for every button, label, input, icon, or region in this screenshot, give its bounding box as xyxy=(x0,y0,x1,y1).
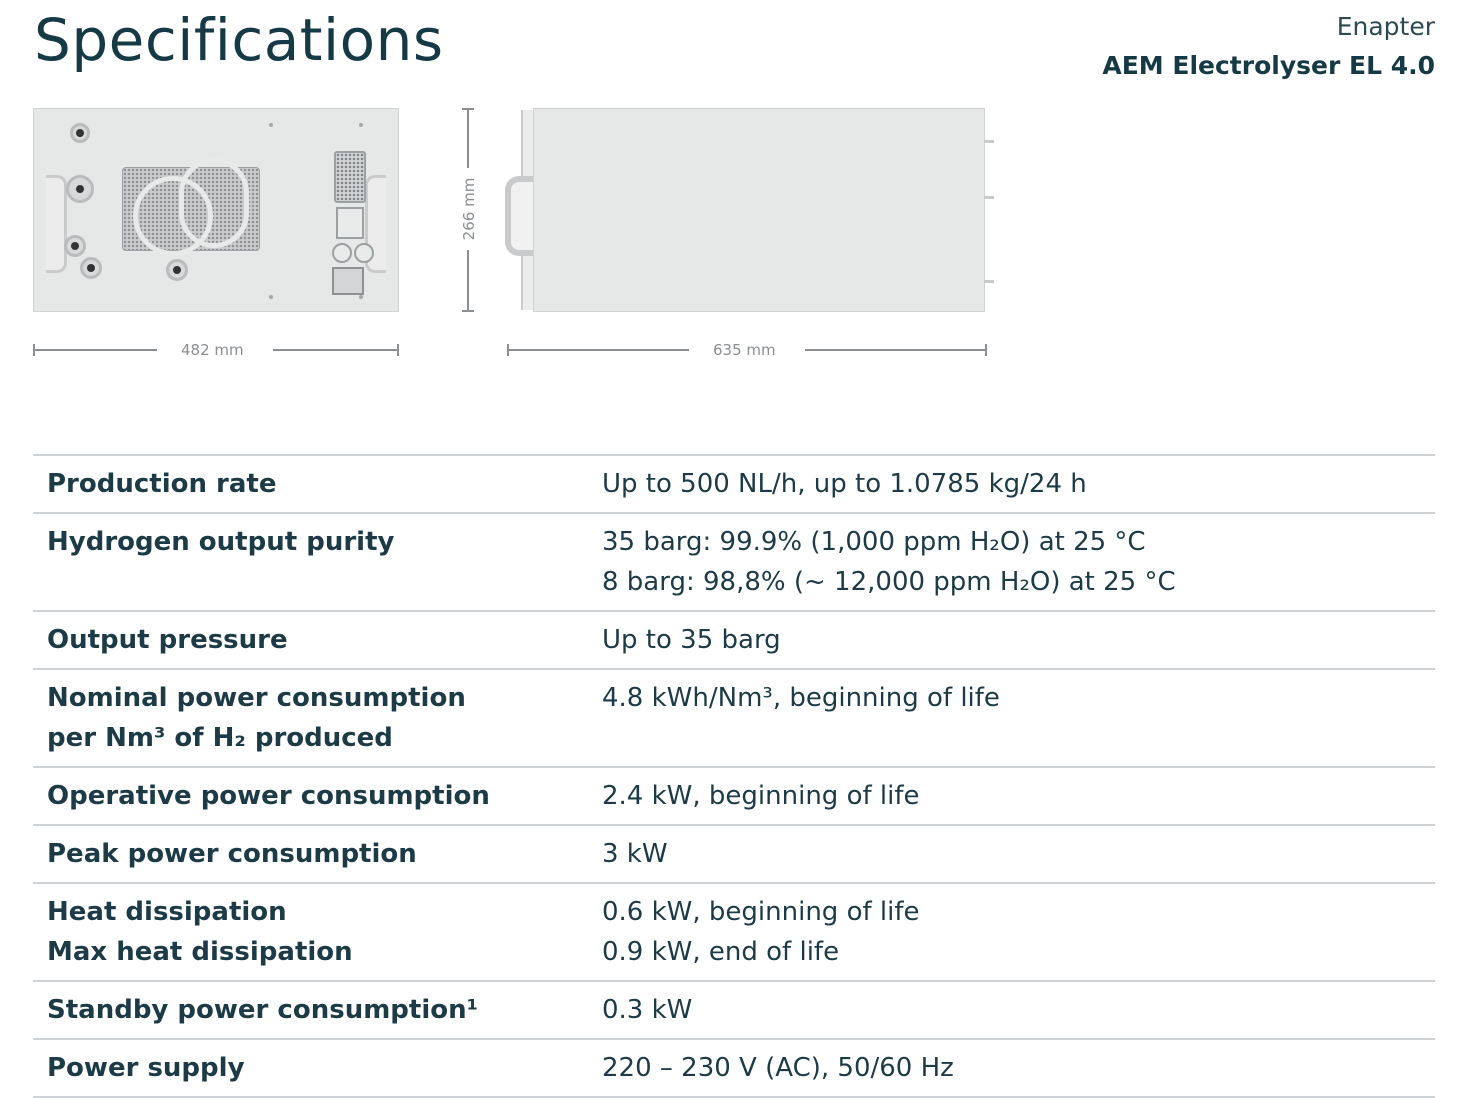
spec-value: 4.8 kWh/Nm³, beginning of life xyxy=(602,678,1435,758)
spec-value: 35 barg: 99.9% (1,000 ppm H₂O) at 25 °C 8… xyxy=(602,522,1435,602)
spec-value-line: 0.3 kW xyxy=(602,995,693,1025)
spec-label: Output pressure xyxy=(33,620,602,660)
front-port-5 xyxy=(166,259,188,281)
spec-value-line: 2.4 kW, beginning of life xyxy=(602,781,920,811)
spec-table: Production rate Up to 500 NL/h, up to 1.0… xyxy=(33,454,1435,1098)
spec-value-line: 8 barg: 98,8% (~ 12,000 ppm H₂O) at 25 °… xyxy=(602,567,1176,597)
spec-value-line: 0.9 kW, end of life xyxy=(602,937,840,967)
spec-value: 0.3 kW xyxy=(602,990,1435,1030)
spec-row: Production rate Up to 500 NL/h, up to 1.0… xyxy=(33,456,1435,514)
spec-value-line: Up to 35 barg xyxy=(602,625,781,655)
side-handle xyxy=(505,176,533,256)
brand-block: Enapter AEM Electrolyser EL 4.0 xyxy=(1102,10,1435,88)
spec-label: Heat dissipation Max heat dissipation xyxy=(33,892,602,972)
spec-row: Power supply 220 – 230 V (AC), 50/60 Hz xyxy=(33,1040,1435,1098)
spec-value: 2.4 kW, beginning of life xyxy=(602,776,1435,816)
spec-label-line: Max heat dissipation xyxy=(47,937,353,967)
front-left-handle xyxy=(46,175,67,273)
gauge-left xyxy=(332,243,352,263)
spec-value-line: 4.8 kWh/Nm³, beginning of life xyxy=(602,683,1000,713)
spec-value-line: 220 – 230 V (AC), 50/60 Hz xyxy=(602,1053,954,1083)
front-port-3 xyxy=(64,235,86,257)
spec-label-line: Nominal power consumption xyxy=(47,683,466,713)
spec-label: Operative power consumption xyxy=(33,776,602,816)
vent-grille xyxy=(334,151,366,203)
spec-value-line: 3 kW xyxy=(602,839,668,869)
front-port-4 xyxy=(80,257,102,279)
spec-row: Heat dissipation Max heat dissipation 0.6 … xyxy=(33,884,1435,982)
spec-label: Nominal power consumption per Nm³ of H₂ p… xyxy=(33,678,602,758)
spec-value-line: 35 barg: 99.9% (1,000 ppm H₂O) at 25 °C xyxy=(602,527,1146,557)
spec-label-line: Standby power consumption¹ xyxy=(47,995,479,1025)
spec-value: Up to 35 barg xyxy=(602,620,1435,660)
spec-label: Peak power consumption xyxy=(33,834,602,874)
spec-value-line: 0.6 kW, beginning of life xyxy=(602,897,920,927)
spec-row: Output pressure Up to 35 barg xyxy=(33,612,1435,670)
front-port-1 xyxy=(70,123,90,143)
spec-row: Operative power consumption 2.4 kW, begin… xyxy=(33,768,1435,826)
spec-value: 0.6 kW, beginning of life 0.9 kW, end of … xyxy=(602,892,1435,972)
spec-label: Standby power consumption¹ xyxy=(33,990,602,1030)
spec-label-line: Power supply xyxy=(47,1053,245,1083)
side-view-drawing xyxy=(533,108,985,312)
width-dimension-label: 482 mm xyxy=(181,341,244,359)
product-name: AEM Electrolyser EL 4.0 xyxy=(1102,51,1435,80)
spec-label-line: Output pressure xyxy=(47,625,288,655)
spec-label-line: per Nm³ of H₂ produced xyxy=(47,723,393,753)
depth-dimension-label: 635 mm xyxy=(713,341,776,359)
spec-value: 220 – 230 V (AC), 50/60 Hz xyxy=(602,1048,1435,1088)
spec-label-line: Operative power consumption xyxy=(47,781,490,811)
spec-row: Hydrogen output purity 35 barg: 99.9% (1,… xyxy=(33,514,1435,612)
spec-row: Standby power consumption¹ 0.3 kW xyxy=(33,982,1435,1040)
height-dimension-label: 266 mm xyxy=(460,177,478,241)
spec-label-line: Peak power consumption xyxy=(47,839,417,869)
spec-value-line: Up to 500 NL/h, up to 1.0785 kg/24 h xyxy=(602,469,1087,499)
spec-label: Production rate xyxy=(33,464,602,504)
front-port-2 xyxy=(66,175,94,203)
spec-label: Power supply xyxy=(33,1048,602,1088)
gauge-right xyxy=(354,243,374,263)
company-name: Enapter xyxy=(1336,12,1435,41)
spec-row: Peak power consumption 3 kW xyxy=(33,826,1435,884)
page-title: Specifications xyxy=(34,6,444,74)
mesh-window xyxy=(122,158,260,256)
spec-label: Hydrogen output purity xyxy=(33,522,602,602)
spec-value: Up to 500 NL/h, up to 1.0785 kg/24 h xyxy=(602,464,1435,504)
spec-label-line: Production rate xyxy=(47,469,277,499)
power-switch xyxy=(336,207,364,239)
spec-label-line: Hydrogen output purity xyxy=(47,527,395,557)
spec-label-line: Heat dissipation xyxy=(47,897,287,927)
power-socket xyxy=(332,267,364,295)
spec-value: 3 kW xyxy=(602,834,1435,874)
spec-row: Nominal power consumption per Nm³ of H₂ p… xyxy=(33,670,1435,768)
front-view-drawing xyxy=(33,108,399,312)
